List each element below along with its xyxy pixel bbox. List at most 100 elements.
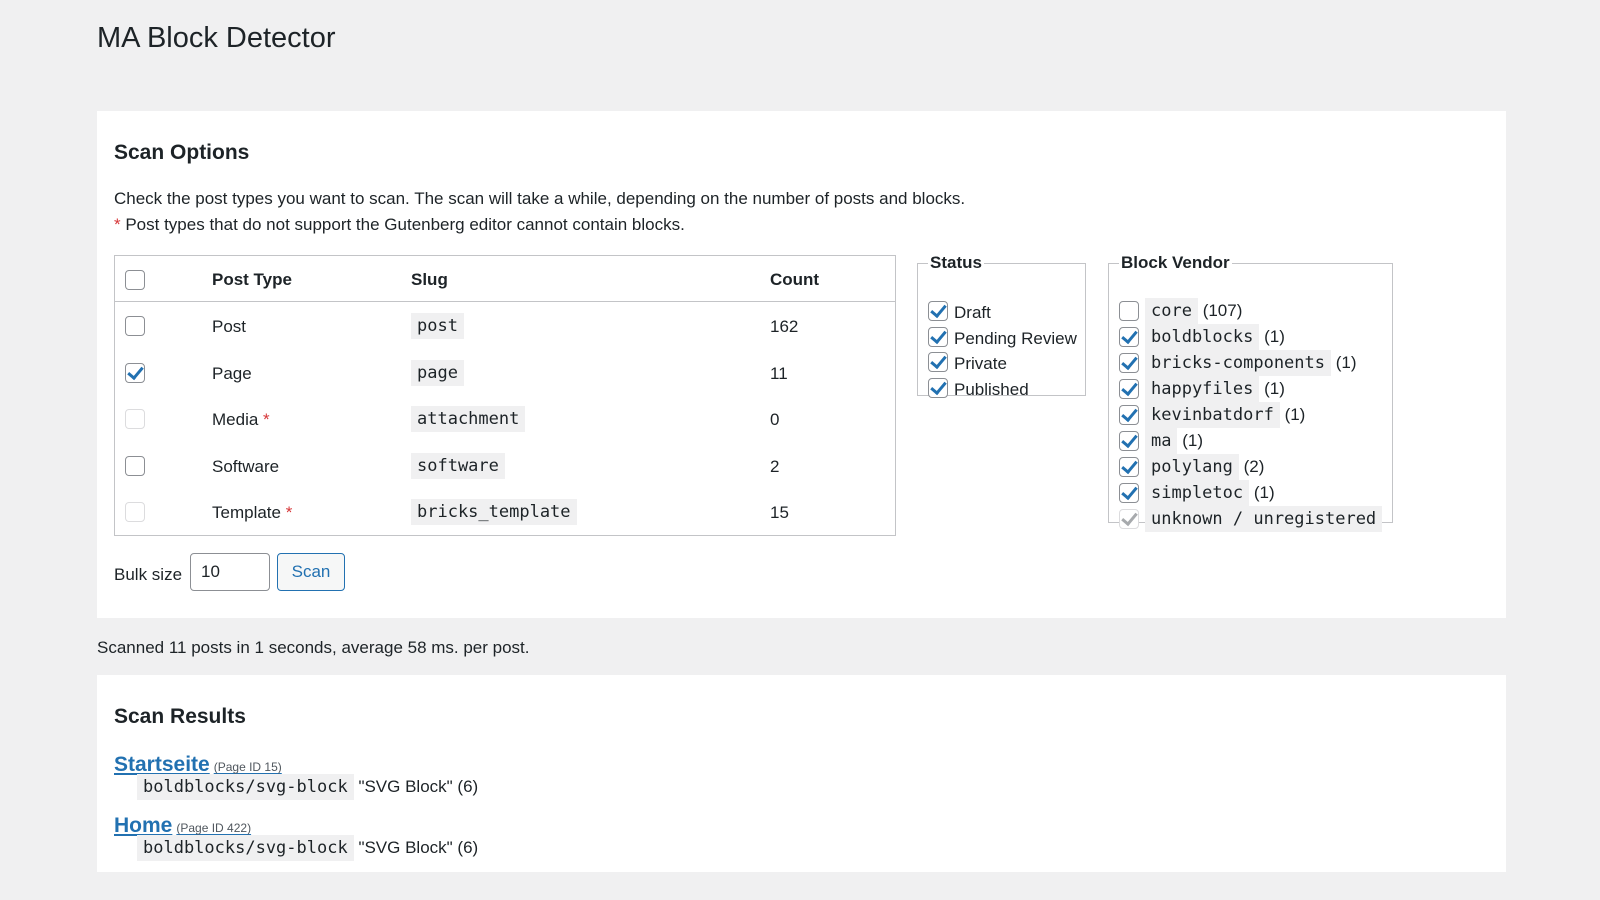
status-label: Draft [954, 303, 991, 322]
result-link[interactable]: Startseite [114, 753, 210, 776]
status-checkbox[interactable] [928, 352, 948, 372]
table-row: Software software 2 [115, 443, 895, 489]
required-marker: * [114, 215, 121, 234]
vendor-label: unknown / unregistered [1145, 506, 1383, 532]
post-type-checkbox[interactable] [125, 455, 145, 476]
vendor-count: (1) [1284, 405, 1306, 424]
table-row: Template * bricks_template 15 [115, 489, 895, 535]
bulk-size-input[interactable] [190, 553, 270, 591]
vendor-count: (1) [1182, 431, 1203, 450]
post-type-label: Page [212, 364, 252, 384]
header-count: Count [770, 270, 820, 289]
vendor-count: (2) [1243, 457, 1265, 476]
post-type-checkbox[interactable] [125, 316, 145, 336]
scan-options-heading: Scan Options [114, 141, 250, 164]
result-block-name: boldblocks/svg-block [137, 835, 354, 861]
page-title: MA Block Detector [97, 22, 336, 54]
vendor-checkbox[interactable] [1119, 379, 1139, 399]
table-row: Page page 11 [115, 350, 895, 396]
vendor-checkbox[interactable] [1119, 301, 1139, 321]
scan-button[interactable]: Scan [277, 553, 345, 591]
vendor-legend: Block Vendor [1121, 253, 1230, 272]
scan-description: Check the post types you want to scan. T… [114, 189, 966, 208]
vendor-slug: ma [1145, 428, 1178, 454]
post-type-slug: post [411, 313, 464, 339]
required-marker: * [285, 503, 293, 522]
vendor-slug: polylang [1145, 454, 1239, 480]
vendor-count: (1) [1264, 327, 1285, 346]
post-type-name: Template [212, 503, 281, 522]
vendor-count: (1) [1264, 379, 1285, 398]
vendor-slug: kevinbatdorf [1145, 402, 1280, 428]
vendor-checkbox[interactable] [1119, 327, 1139, 347]
post-type-count: 162 [770, 317, 799, 336]
post-type-count: 2 [770, 456, 780, 476]
vendor-slug: happyfiles [1145, 376, 1260, 402]
status-checkbox[interactable] [928, 377, 948, 398]
table-row: Post post 162 [115, 303, 895, 349]
post-type-checkbox [125, 502, 145, 522]
status-checkbox[interactable] [928, 326, 948, 347]
post-type-slug: bricks_template [411, 499, 577, 525]
vendor-slug: core [1145, 298, 1198, 324]
table-header: Post Type Slug Count [115, 256, 895, 302]
post-type-table: Post Type Slug Count Post post 162 Page page… [114, 255, 896, 536]
scan-options-panel: Scan Options Check the post types you wa… [97, 111, 1506, 618]
page: MA Block Detector Scan Options Check the… [0, 0, 1600, 900]
result-block-desc: "SVG Block" (6) [358, 838, 479, 857]
select-all-checkbox[interactable] [125, 270, 145, 290]
bulk-size-label: Bulk size [114, 565, 183, 584]
vendor-label: ma (1) [1145, 428, 1203, 454]
table-row: Media * attachment 0 [115, 396, 895, 442]
post-type-checkbox[interactable] [125, 362, 145, 383]
vendor-checkbox[interactable] [1119, 483, 1139, 503]
result-link[interactable]: Home [114, 814, 172, 837]
vendor-checkbox[interactable] [1119, 405, 1139, 425]
post-type-count: 0 [770, 410, 780, 429]
result-meta: (Page ID 422) [176, 821, 252, 835]
post-type-slug: attachment [411, 406, 526, 432]
vendor-slug: unknown / unregistered [1145, 506, 1383, 532]
vendor-label: happyfiles (1) [1145, 376, 1285, 402]
post-type-label: Software [212, 457, 279, 477]
post-type-label: Post [212, 317, 246, 337]
vendor-count: (1) [1335, 353, 1357, 372]
scan-results-panel: Scan Results Startseite (Page ID 15) boldb… [97, 675, 1506, 872]
vendor-label: kevinbatdorf (1) [1145, 402, 1306, 428]
result-block-line: boldblocks/svg-block "SVG Block" (6) [137, 835, 479, 861]
post-type-name: Software [212, 456, 280, 476]
status-legend: Status [930, 253, 982, 272]
vendor-count: (1) [1253, 483, 1275, 502]
result-meta: (Page ID 15) [213, 760, 282, 774]
header-post-type: Post Type [212, 270, 292, 289]
post-type-name: Post [212, 317, 247, 336]
post-type-slug: software [411, 452, 505, 479]
vendor-checkbox[interactable] [1119, 431, 1139, 451]
vendor-checkbox[interactable] [1119, 457, 1139, 477]
status-checkbox[interactable] [928, 301, 948, 321]
required-marker: * [263, 410, 270, 429]
post-type-name: Media [212, 410, 259, 429]
vendor-checkbox[interactable] [1119, 353, 1139, 373]
status-fieldset: Status Draft Pending Review Private Publish… [917, 253, 1086, 399]
status-label: Pending Review [954, 328, 1077, 348]
vendor-count: (107) [1202, 301, 1243, 320]
scan-note: * Post types that do not support the Gut… [114, 215, 685, 235]
vendor-checkbox [1119, 509, 1139, 529]
post-type-label: Media * [212, 410, 270, 430]
vendor-fieldset: Block Vendor core (107) boldblocks (1) bri… [1108, 253, 1393, 532]
vendor-label: bricks-components (1) [1145, 350, 1357, 376]
vendor-slug: bricks-components [1145, 350, 1331, 376]
post-type-checkbox [125, 409, 145, 429]
post-type-count: 11 [770, 363, 788, 383]
scan-results-heading: Scan Results [114, 705, 246, 728]
vendor-slug: simpletoc [1145, 480, 1250, 506]
scan-note-text: Post types that do not support the Guten… [120, 215, 685, 234]
post-type-name: Page [212, 363, 252, 383]
vendor-slug: boldblocks [1145, 324, 1260, 350]
post-type-slug: page [411, 359, 464, 386]
result-block-line: boldblocks/svg-block "SVG Block" (6) [137, 774, 478, 800]
vendor-label: boldblocks (1) [1145, 324, 1285, 350]
status-label: Private [954, 354, 1007, 373]
scan-status-message: Scanned 11 posts in 1 seconds, average 5… [97, 638, 530, 657]
